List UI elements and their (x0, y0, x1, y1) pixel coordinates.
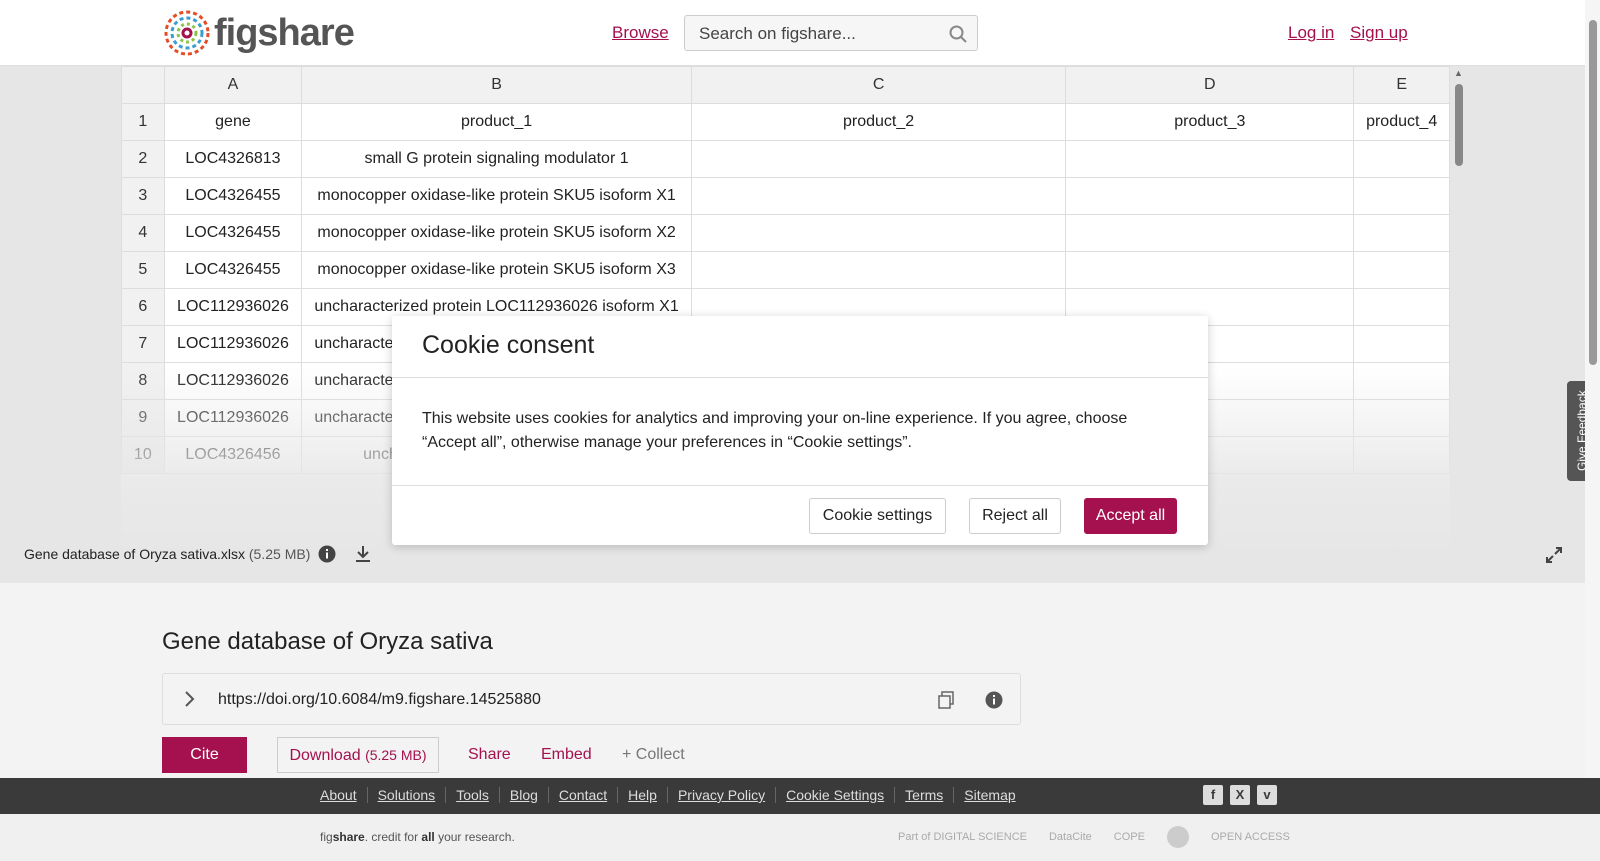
footer-link-contact[interactable]: Contact (549, 787, 619, 803)
footer-link-solutions[interactable]: Solutions (368, 787, 447, 803)
divider (392, 485, 1208, 486)
cope-logo[interactable]: COPE (1114, 831, 1145, 843)
footer-link-blog[interactable]: Blog (500, 787, 549, 803)
accept-all-button[interactable]: Accept all (1084, 498, 1177, 534)
footer-link-sitemap[interactable]: Sitemap (954, 787, 1025, 803)
divider (392, 377, 1208, 378)
vimeo-icon[interactable]: v (1257, 785, 1277, 805)
datacite-logo[interactable]: DataCite (1049, 831, 1092, 843)
cookie-settings-button[interactable]: Cookie settings (809, 498, 946, 534)
footer-link-help[interactable]: Help (618, 787, 668, 803)
digital-science-logo[interactable]: Part of DIGITAL SCIENCE (898, 831, 1027, 843)
globe-logo-icon[interactable] (1166, 826, 1189, 848)
page-scrollbar[interactable] (1585, 0, 1600, 778)
footer-link-terms[interactable]: Terms (895, 787, 955, 803)
page-scroll-thumb[interactable] (1589, 20, 1597, 365)
footer-link-tools[interactable]: Tools (446, 787, 500, 803)
partner-logos: Part of DIGITAL SCIENCE DataCite COPE OP… (898, 826, 1290, 848)
footer-link-about[interactable]: About (320, 787, 368, 803)
footer-tagline: figshare. credit for all your research. (320, 830, 515, 844)
footer-links: About Solutions Tools Blog Contact Help Privac… (0, 778, 1600, 814)
facebook-icon[interactable]: f (1203, 785, 1223, 805)
footer-link-privacy-policy[interactable]: Privacy Policy (668, 787, 777, 803)
site-footer: About Solutions Tools Blog Contact Help Privac… (0, 778, 1600, 861)
cookie-dialog-title: Cookie consent (422, 331, 595, 359)
cookie-dialog-body: This website uses cookies for analytics … (422, 410, 1128, 451)
cookie-consent-dialog: Cookie consent This website uses cookies… (392, 316, 1208, 545)
footer-link-cookie-settings[interactable]: Cookie Settings (776, 787, 896, 803)
reject-all-button[interactable]: Reject all (969, 498, 1061, 534)
open-access-logo[interactable]: OPEN ACCESS (1211, 831, 1290, 843)
x-icon[interactable]: X (1230, 785, 1250, 805)
